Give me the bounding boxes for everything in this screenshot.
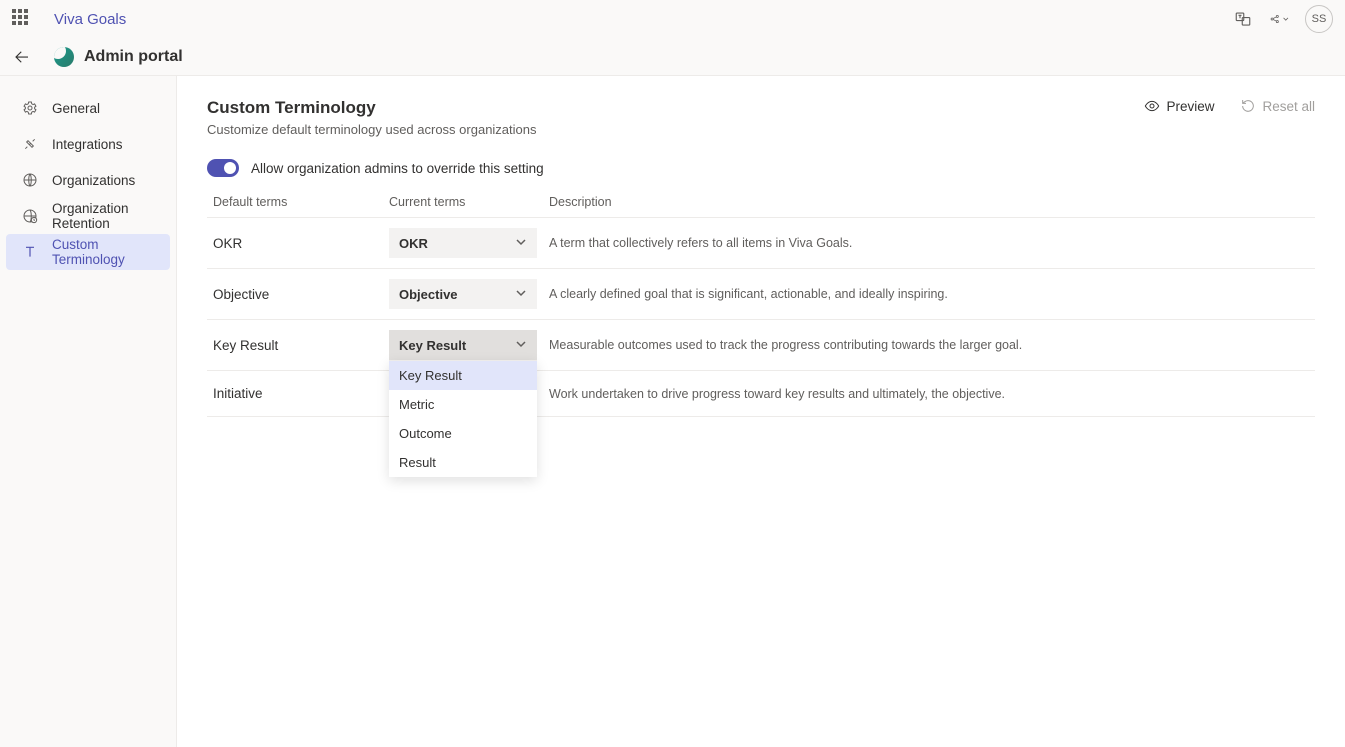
app-title[interactable]: Viva Goals bbox=[54, 11, 126, 28]
sidebar-item-label: Organization Retention bbox=[52, 201, 154, 231]
globe-icon bbox=[22, 172, 38, 188]
table-row: Objective Objective A clearly defined go… bbox=[207, 269, 1315, 320]
chevron-down-icon bbox=[515, 236, 527, 251]
sidebar-item-retention[interactable]: Organization Retention bbox=[6, 198, 170, 234]
sidebar-item-terminology[interactable]: Custom Terminology bbox=[6, 234, 170, 270]
eye-icon bbox=[1144, 98, 1160, 114]
translator-icon[interactable] bbox=[1233, 9, 1253, 29]
th-description: Description bbox=[549, 195, 1309, 209]
default-term: Objective bbox=[213, 287, 389, 302]
th-default: Default terms bbox=[213, 195, 389, 209]
term-description: Work undertaken to drive progress toward… bbox=[549, 387, 1309, 401]
chevron-down-icon bbox=[515, 338, 527, 353]
sidebar-item-label: Integrations bbox=[52, 137, 123, 152]
sidebar-item-organizations[interactable]: Organizations bbox=[6, 162, 170, 198]
current-term-dropdown-objective[interactable]: Objective bbox=[389, 279, 537, 309]
text-icon bbox=[22, 244, 38, 260]
globe-retention-icon bbox=[22, 208, 38, 224]
default-term: Key Result bbox=[213, 338, 389, 353]
top-bar: Viva Goals SS bbox=[0, 0, 1345, 38]
reset-icon bbox=[1240, 98, 1256, 114]
table-row: OKR OKR A term that collectively refers … bbox=[207, 218, 1315, 269]
chevron-down-icon bbox=[515, 287, 527, 302]
preview-label: Preview bbox=[1166, 99, 1214, 114]
current-term-dropdown-keyresult[interactable]: Key Result Key Result Metric Outcome Res… bbox=[389, 330, 537, 360]
dropdown-menu: Key Result Metric Outcome Result bbox=[389, 360, 537, 477]
app-launcher-icon[interactable] bbox=[12, 9, 32, 29]
plug-icon bbox=[22, 136, 38, 152]
page-title: Custom Terminology bbox=[207, 98, 537, 118]
sidebar-item-label: Organizations bbox=[52, 173, 135, 188]
dropdown-value: Key Result bbox=[399, 338, 466, 353]
gear-icon bbox=[22, 100, 38, 116]
dropdown-option-metric[interactable]: Metric bbox=[389, 390, 537, 419]
dropdown-value: Objective bbox=[399, 287, 458, 302]
override-toggle-label: Allow organization admins to override th… bbox=[251, 161, 544, 176]
current-term-dropdown-okr[interactable]: OKR bbox=[389, 228, 537, 258]
dropdown-option-result[interactable]: Result bbox=[389, 448, 537, 477]
default-term: Initiative bbox=[213, 386, 389, 401]
th-current: Current terms bbox=[389, 195, 549, 209]
portal-title: Admin portal bbox=[84, 48, 183, 66]
sidebar-item-label: General bbox=[52, 101, 100, 116]
default-term: OKR bbox=[213, 236, 389, 251]
dropdown-option-outcome[interactable]: Outcome bbox=[389, 419, 537, 448]
table-row: Key Result Key Result Key Result Metric … bbox=[207, 320, 1315, 371]
user-avatar[interactable]: SS bbox=[1305, 5, 1333, 33]
page-subtitle: Customize default terminology used acros… bbox=[207, 122, 537, 137]
preview-button[interactable]: Preview bbox=[1144, 98, 1214, 114]
sidebar: General Integrations Organizations Organ… bbox=[0, 76, 177, 747]
sidebar-item-label: Custom Terminology bbox=[52, 237, 154, 267]
dropdown-value: OKR bbox=[399, 236, 428, 251]
dropdown-option-keyresult[interactable]: Key Result bbox=[389, 361, 537, 390]
term-description: A term that collectively refers to all i… bbox=[549, 236, 1309, 250]
main-content: Custom Terminology Customize default ter… bbox=[177, 76, 1345, 747]
sidebar-item-general[interactable]: General bbox=[6, 90, 170, 126]
sidebar-item-integrations[interactable]: Integrations bbox=[6, 126, 170, 162]
table-row: Initiative Work undertaken to drive prog… bbox=[207, 371, 1315, 417]
suite-header: Admin portal bbox=[0, 38, 1345, 76]
terminology-table: Default terms Current terms Description … bbox=[207, 195, 1315, 417]
share-icon[interactable] bbox=[1269, 9, 1289, 29]
term-description: A clearly defined goal that is significa… bbox=[549, 287, 1309, 301]
viva-goals-logo-icon bbox=[54, 47, 74, 67]
back-arrow-icon[interactable] bbox=[12, 47, 32, 67]
override-toggle[interactable] bbox=[207, 159, 239, 177]
term-description: Measurable outcomes used to track the pr… bbox=[549, 338, 1309, 352]
reset-label: Reset all bbox=[1262, 99, 1315, 114]
reset-button[interactable]: Reset all bbox=[1240, 98, 1315, 114]
